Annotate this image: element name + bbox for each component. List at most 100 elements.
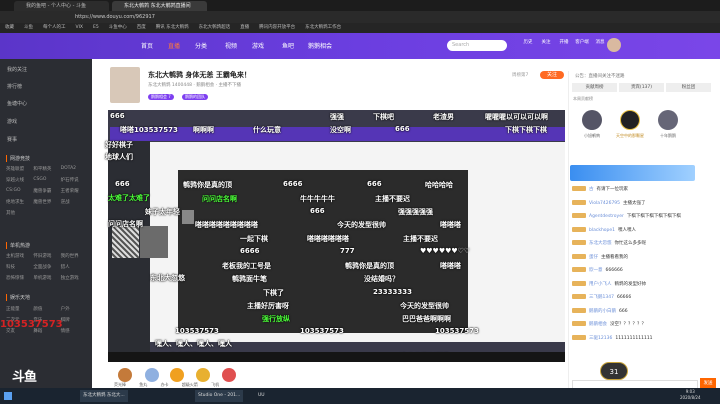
video-controls[interactable] xyxy=(108,352,565,362)
category-link[interactable]: 怀旧游戏 xyxy=(33,253,60,259)
category-link[interactable]: 颜值 xyxy=(33,306,60,312)
taskbar-item[interactable]: 东北大鹌鹑 东北大... xyxy=(80,390,128,402)
user-avatar[interactable] xyxy=(607,38,621,52)
category-link[interactable]: 单机游戏 xyxy=(33,275,60,281)
messages-button[interactable]: 消息 xyxy=(592,39,608,45)
category-link[interactable]: 魔兽世界 xyxy=(33,199,60,205)
category-link[interactable]: 绝地求生 xyxy=(6,199,33,205)
chat-username[interactable]: Viola7426795 xyxy=(589,201,620,206)
tab-weekly-rank[interactable]: 贡献周榜 xyxy=(572,83,617,92)
chat-username[interactable]: 三飞鹅1347 xyxy=(589,295,614,300)
danmaku-comment: 老渣男 xyxy=(433,113,454,121)
category-link[interactable]: CSGO xyxy=(33,177,60,183)
bookmark[interactable]: 收藏 xyxy=(5,25,14,30)
sidebar-item-game[interactable]: 游戏 xyxy=(7,118,17,125)
category-link[interactable]: 正能量 xyxy=(6,306,33,312)
nav-live[interactable]: 直播 xyxy=(168,41,180,50)
danmaku-comment: 嗒嗒103537573 xyxy=(120,126,178,134)
bookmark[interactable]: 腾讯 东北大鹌鹑 xyxy=(156,25,189,30)
browser-tab[interactable]: 我的鱼吧 - 个人中心 - 斗鱼 xyxy=(14,1,109,11)
nav-game[interactable]: 游戏 xyxy=(252,41,264,50)
gift-card[interactable] xyxy=(170,368,184,382)
sidebar-item-follow[interactable]: 我的关注 xyxy=(7,66,27,73)
danmaku-comment: 6666 xyxy=(240,247,260,255)
chat-username[interactable]: 蛋仔 xyxy=(589,255,598,260)
sidebar-item-esports[interactable]: 赛事 xyxy=(7,136,17,143)
rank-avatar[interactable] xyxy=(582,110,602,130)
nav-category[interactable]: 分类 xyxy=(195,41,207,50)
gift-rocket[interactable] xyxy=(196,368,210,382)
history-button[interactable]: 历史 xyxy=(520,39,536,45)
bookmark[interactable]: 百度 xyxy=(137,25,146,30)
sidebar-item-fishpond[interactable]: 鱼塘中心 xyxy=(7,100,27,107)
category-link[interactable]: 和平精英 xyxy=(33,166,60,172)
start-icon[interactable] xyxy=(4,392,12,400)
category-link[interactable]: 猎人 xyxy=(61,264,88,270)
bookmark[interactable]: 东北大鹌鹑超话 xyxy=(199,25,231,30)
category-link[interactable]: 全面战争 xyxy=(33,264,60,270)
category-link[interactable]: 我的世界 xyxy=(61,253,88,259)
chat-text: 没空？？？？？？ xyxy=(610,322,646,327)
category-link[interactable]: 魔兽争霸 xyxy=(33,188,60,194)
category-link[interactable]: 独立游戏 xyxy=(61,275,88,281)
chat-username[interactable]: 古 xyxy=(589,187,594,192)
bookmark[interactable]: 东北大鹌鹑工作台 xyxy=(305,25,341,30)
category-link[interactable]: 其他 xyxy=(6,210,33,216)
gift-fishball[interactable] xyxy=(145,368,159,382)
nav-event[interactable]: 鹅鹅相会 xyxy=(308,41,332,50)
bookmark[interactable]: VIX xyxy=(76,25,84,30)
nav-home[interactable]: 首页 xyxy=(141,41,153,50)
search-input[interactable]: Search xyxy=(447,40,507,51)
streamer-avatar[interactable] xyxy=(110,67,140,103)
chat-username[interactable]: blackhope1 xyxy=(589,228,615,233)
chat-username[interactable]: 用户小飞人 xyxy=(589,282,612,287)
category-link[interactable]: 英雄联盟 xyxy=(6,166,33,172)
room-tag[interactable]: 鹅鹅相会 7 xyxy=(148,94,174,100)
chat-username[interactable]: 东北大忽悠 xyxy=(589,241,612,246)
category-link[interactable]: 炉石传说 xyxy=(61,177,88,183)
broadcast-button[interactable]: 开播 xyxy=(556,39,572,45)
room-tag[interactable]: 鹅鹅的团队 xyxy=(182,94,208,100)
gift-glowstick[interactable] xyxy=(118,368,132,382)
bookmark[interactable]: 每个人的工 xyxy=(43,25,66,30)
client-button[interactable]: 客户端 xyxy=(574,39,590,45)
bookmark[interactable]: 斗鱼 xyxy=(24,25,33,30)
follow-list-button[interactable]: 关注 xyxy=(538,39,554,45)
category-link[interactable]: 主机游戏 xyxy=(6,253,33,259)
gift-plane[interactable] xyxy=(222,368,236,382)
category-link[interactable]: 穿越火线 xyxy=(6,177,33,183)
category-link[interactable]: 王者荣耀 xyxy=(61,188,88,194)
rank-avatar[interactable] xyxy=(620,110,640,130)
category-link[interactable]: DOTA2 xyxy=(61,166,88,172)
chat-username[interactable]: 鹅鹅的小白鹅 xyxy=(589,309,616,314)
category-link[interactable]: 恐怖惊悚 xyxy=(6,275,33,281)
category-link[interactable]: 棋牌 xyxy=(61,317,88,323)
category-link[interactable]: 情感 xyxy=(61,328,88,334)
chat-username[interactable]: 三驱12136 xyxy=(589,336,612,341)
chat-username[interactable]: 鹅鹅相会 xyxy=(589,322,607,327)
category-link[interactable]: 逆战 xyxy=(61,199,88,205)
taskbar-item[interactable]: UU xyxy=(255,390,268,402)
follow-button[interactable]: 关注 xyxy=(540,71,564,79)
nav-video[interactable]: 视频 xyxy=(225,41,237,50)
url-input[interactable]: https://www.douyu.com/962917 xyxy=(75,13,455,21)
rank-avatar[interactable] xyxy=(658,110,678,130)
nav-yuba[interactable]: 鱼吧 xyxy=(282,41,294,50)
category-link[interactable]: CS:GO xyxy=(6,188,33,194)
bookmark[interactable]: 直播 xyxy=(240,25,249,30)
chat-banner[interactable] xyxy=(570,165,695,181)
bookmark[interactable]: E5 xyxy=(93,25,99,30)
bookmark[interactable]: 腾讯内容开放平台 xyxy=(259,25,295,30)
tab-vip[interactable]: 贵宾(137) xyxy=(619,83,664,92)
category-link[interactable]: 户外 xyxy=(61,306,88,312)
chat-username[interactable]: 欣一意 xyxy=(589,268,603,273)
chat-username[interactable]: Agentdestroyer xyxy=(589,214,624,219)
bookmark[interactable]: 斗鱼中心 xyxy=(109,25,127,30)
tab-fan-club[interactable]: 粉丝团 xyxy=(666,83,711,92)
danmaku-comment: 666 xyxy=(115,180,130,188)
category-link[interactable]: 科技 xyxy=(6,264,33,270)
browser-tab-active[interactable]: 东北大鹌鹑 东北大鹌鹑直播间 xyxy=(112,1,207,11)
sidebar-item-rank[interactable]: 排行榜 xyxy=(7,83,22,90)
level-badge xyxy=(572,267,586,272)
taskbar-item[interactable]: Studio One - 201... xyxy=(195,390,244,402)
